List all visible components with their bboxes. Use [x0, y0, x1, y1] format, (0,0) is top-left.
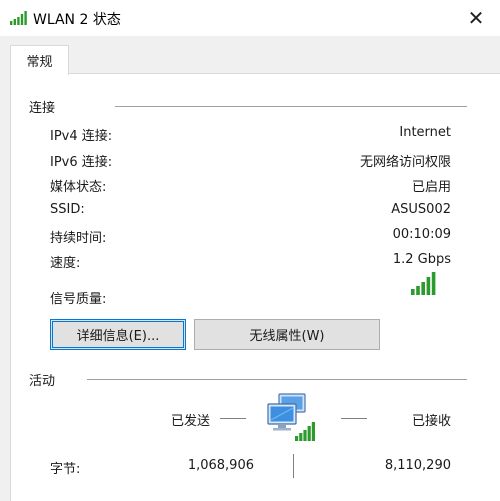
ssid-value: ASUS002 [391, 202, 451, 217]
details-button-label: 详细信息(E)... [76, 329, 160, 344]
duration-label: 持续时间: [50, 231, 107, 246]
wireless-properties-label: 无线属性(W) [249, 329, 325, 344]
received-dash [341, 418, 367, 419]
wifi-signal-icon [10, 11, 27, 25]
ssid-label: SSID: [50, 202, 85, 217]
media-state-label: 媒体状态: [50, 180, 107, 195]
bytes-received-value: 8,110,290 [384, 458, 451, 473]
connection-heading: 连接 [29, 101, 56, 116]
connection-divider [115, 106, 467, 107]
signal-quality-label: 信号质量: [50, 292, 107, 307]
activity-heading: 活动 [29, 374, 56, 389]
close-icon: ✕ [467, 6, 485, 30]
bytes-separator [293, 454, 294, 478]
received-label: 已接收 [411, 414, 451, 429]
ipv4-label: IPv4 连接: [50, 129, 113, 144]
media-state-value: 已启用 [411, 180, 451, 195]
tab-general[interactable]: 常规 [10, 45, 69, 75]
details-button[interactable]: 详细信息(E)... [50, 319, 186, 350]
ipv6-label: IPv6 连接: [50, 155, 113, 170]
tab-general-label: 常规 [26, 55, 53, 70]
bytes-label: 字节: [50, 462, 81, 477]
speed-label: 速度: [50, 256, 81, 271]
tab-strip: 常规 [0, 36, 500, 75]
sent-dash [220, 418, 246, 419]
activity-divider [87, 379, 467, 380]
window-title: WLAN 2 状态 [33, 12, 121, 28]
duration-value: 00:10:09 [392, 227, 451, 242]
speed-value: 1.2 Gbps [392, 252, 451, 267]
ipv6-value: 无网络访问权限 [359, 155, 451, 170]
sent-label: 已发送 [171, 414, 211, 429]
close-button[interactable]: ✕ [452, 0, 500, 36]
title-bar: WLAN 2 状态 ✕ [0, 0, 500, 36]
signal-quality-icon [411, 272, 436, 295]
network-computers-icon [267, 393, 315, 441]
general-panel: 连接 IPv4 连接: Internet IPv6 连接: 无网络访问权限 媒体… [10, 73, 500, 501]
ipv4-value: Internet [399, 125, 451, 140]
bytes-sent-value: 1,068,906 [187, 458, 254, 473]
wireless-properties-button[interactable]: 无线属性(W) [194, 319, 380, 350]
